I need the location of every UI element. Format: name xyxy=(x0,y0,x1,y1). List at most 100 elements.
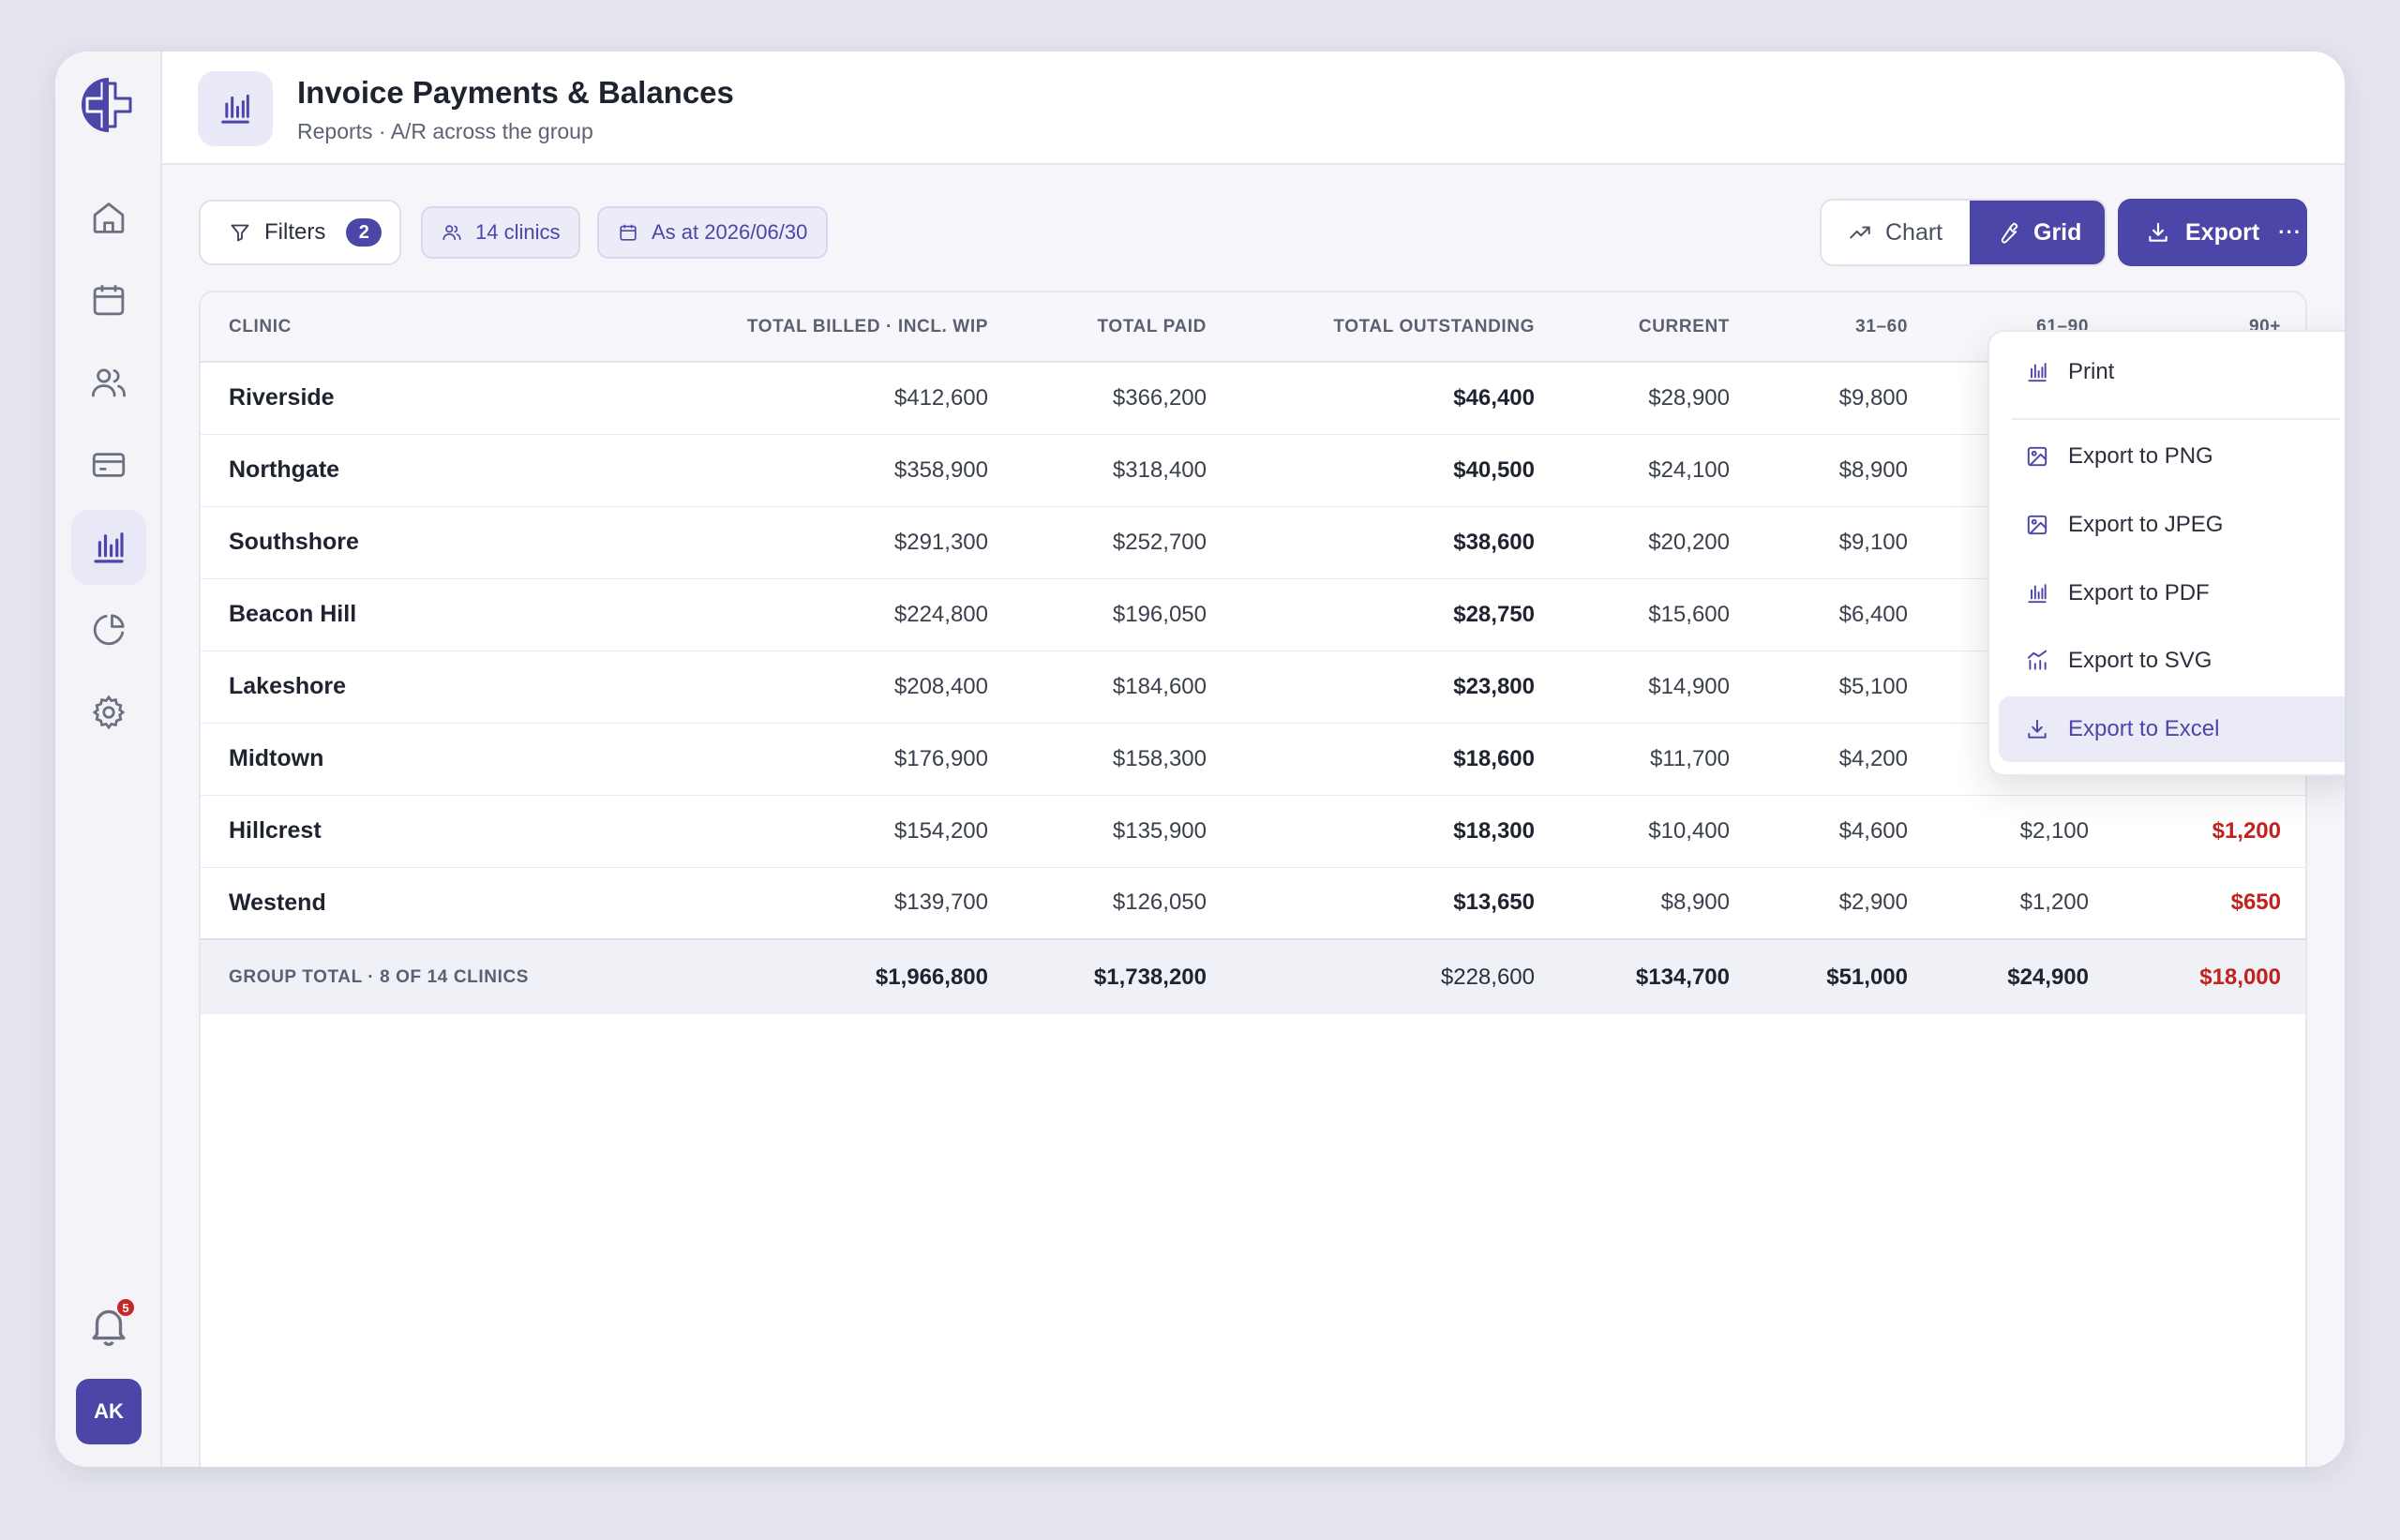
export-button[interactable]: Export ··· xyxy=(2118,199,2307,266)
more-icon: ··· xyxy=(2278,220,2302,244)
menu-item-export-jpeg[interactable]: Export to JPEG xyxy=(1999,492,2345,558)
users-icon xyxy=(442,225,461,241)
page-header: Invoice Payments & Balances Reports · A/… xyxy=(162,52,2345,165)
menu-item-print[interactable]: Print xyxy=(1999,339,2345,405)
clinics-chip-label: 14 clinics xyxy=(475,220,561,244)
export-label: Export xyxy=(2185,218,2260,246)
date-chip-label: As at 2026/06/30 xyxy=(652,220,808,244)
chart-view-button[interactable]: Chart xyxy=(1822,201,1970,264)
grid-view-button[interactable]: Grid xyxy=(1970,201,2105,264)
home-icon xyxy=(93,202,125,233)
clinic-cell: Lakeshore xyxy=(229,673,347,699)
paid-cell: $135,900 xyxy=(1112,817,1207,844)
nav-analytics[interactable] xyxy=(71,592,146,667)
aging-31-60-cell: $6,400 xyxy=(1838,601,1908,627)
menu-item-label: Export to PNG xyxy=(2068,443,2213,469)
notification-badge: 5 xyxy=(115,1297,136,1318)
aging-61-90-cell: $2,100 xyxy=(2019,817,2089,844)
menu-item-export-svg[interactable]: Export to SVG xyxy=(1999,628,2345,694)
download-icon xyxy=(2028,719,2047,739)
menu-item-export-excel[interactable]: Export to Excel xyxy=(1999,696,2345,762)
calendar-icon xyxy=(93,285,125,316)
report-badge xyxy=(198,71,273,146)
billed-cell: $224,800 xyxy=(893,601,988,627)
aging-61-90-cell: $1,200 xyxy=(2019,890,2089,916)
aging-90-plus-cell: $650 xyxy=(2230,890,2281,916)
outstanding-cell: $18,600 xyxy=(1453,745,1535,771)
clinics-chip[interactable]: 14 clinics xyxy=(421,206,581,259)
aging-31-60-cell: $5,100 xyxy=(1838,673,1908,699)
view-toggle: Chart Grid xyxy=(1820,199,2107,266)
table-row[interactable]: Hillcrest $154,200 $135,900 $18,300 $10,… xyxy=(201,795,2305,867)
avatar[interactable]: AK xyxy=(76,1379,142,1444)
column-header[interactable]: CURRENT xyxy=(1563,292,1758,362)
gear-icon xyxy=(92,695,126,730)
outstanding-cell: $46,400 xyxy=(1453,384,1535,411)
column-header[interactable]: TOTAL BILLED · INCL. WIP xyxy=(707,292,1016,362)
filters-button[interactable]: Filters 2 xyxy=(199,200,401,265)
total-31-60: $51,000 xyxy=(1826,964,1908,990)
nav-settings[interactable] xyxy=(71,675,146,750)
total-outstanding: $228,600 xyxy=(1440,964,1535,990)
column-header[interactable]: TOTAL PAID xyxy=(1016,292,1235,362)
aging-90-plus-cell: $1,200 xyxy=(2212,817,2281,844)
outstanding-cell: $28,750 xyxy=(1453,601,1535,627)
paid-cell: $252,700 xyxy=(1112,529,1207,555)
bar-chart-icon xyxy=(2028,363,2047,382)
bar-chart-icon xyxy=(94,532,124,563)
nav-users[interactable] xyxy=(71,345,146,420)
menu-item-export-pdf[interactable]: Export to PDF xyxy=(1999,561,2345,626)
date-chip[interactable]: As at 2026/06/30 xyxy=(597,206,829,259)
total-paid: $1,738,200 xyxy=(1093,964,1207,990)
billed-cell: $412,600 xyxy=(893,384,988,411)
page-subtitle: Reports · A/R across the group xyxy=(297,119,593,143)
page-title: Invoice Payments & Balances xyxy=(297,75,734,110)
paid-cell: $366,200 xyxy=(1112,384,1207,411)
download-icon xyxy=(2149,222,2168,242)
outstanding-cell: $38,600 xyxy=(1453,529,1535,555)
column-header[interactable]: CLINIC xyxy=(201,292,707,362)
bar-chart-icon xyxy=(2028,584,2047,604)
total-61-90: $24,900 xyxy=(2007,964,2089,990)
current-cell: $20,200 xyxy=(1648,529,1730,555)
billed-cell: $176,900 xyxy=(893,745,988,771)
column-header[interactable]: TOTAL OUTSTANDING xyxy=(1235,292,1563,362)
users-icon xyxy=(91,368,127,397)
bar-chart-icon xyxy=(221,94,249,124)
nav-billing[interactable] xyxy=(71,427,146,502)
sidebar: 5 AK xyxy=(55,52,162,1467)
paid-cell: $184,600 xyxy=(1112,673,1207,699)
image-icon xyxy=(2027,515,2048,535)
total-current: $134,700 xyxy=(1635,964,1730,990)
image-icon xyxy=(2027,446,2048,467)
paid-cell: $196,050 xyxy=(1112,601,1207,627)
clinic-cell: Northgate xyxy=(229,456,340,483)
current-cell: $8,900 xyxy=(1660,890,1730,916)
total-label: GROUP TOTAL · 8 OF 14 CLINICS xyxy=(229,966,530,987)
clinic-cell: Midtown xyxy=(229,745,324,771)
current-cell: $11,700 xyxy=(1650,745,1730,771)
clinic-cell: Southshore xyxy=(229,529,359,555)
billed-cell: $291,300 xyxy=(893,529,988,555)
outstanding-cell: $23,800 xyxy=(1453,673,1535,699)
total-90-plus: $18,000 xyxy=(2199,964,2281,990)
billed-cell: $358,900 xyxy=(893,456,988,483)
paid-cell: $158,300 xyxy=(1112,745,1207,771)
outstanding-cell: $40,500 xyxy=(1453,456,1535,483)
menu-item-export-png[interactable]: Export to PNG xyxy=(1999,424,2345,489)
menu-item-label: Export to JPEG xyxy=(2068,512,2224,537)
filter-icon xyxy=(231,224,249,242)
column-header[interactable]: 31–60 xyxy=(1758,292,1936,362)
nav-calendar[interactable] xyxy=(71,262,146,337)
filters-count-badge: 2 xyxy=(346,218,382,247)
grid-view-label: Grid xyxy=(2033,218,2082,246)
current-cell: $15,600 xyxy=(1648,601,1730,627)
nav-reports[interactable] xyxy=(71,510,146,585)
filters-label: Filters xyxy=(264,219,326,245)
clinic-cell: Westend xyxy=(229,889,326,916)
current-cell: $14,900 xyxy=(1648,673,1730,699)
table-row[interactable]: Westend $139,700 $126,050 $13,650 $8,900… xyxy=(201,867,2305,939)
logo-icon[interactable] xyxy=(80,76,138,134)
nav-home[interactable] xyxy=(71,180,146,255)
aging-31-60-cell: $4,200 xyxy=(1838,745,1908,771)
